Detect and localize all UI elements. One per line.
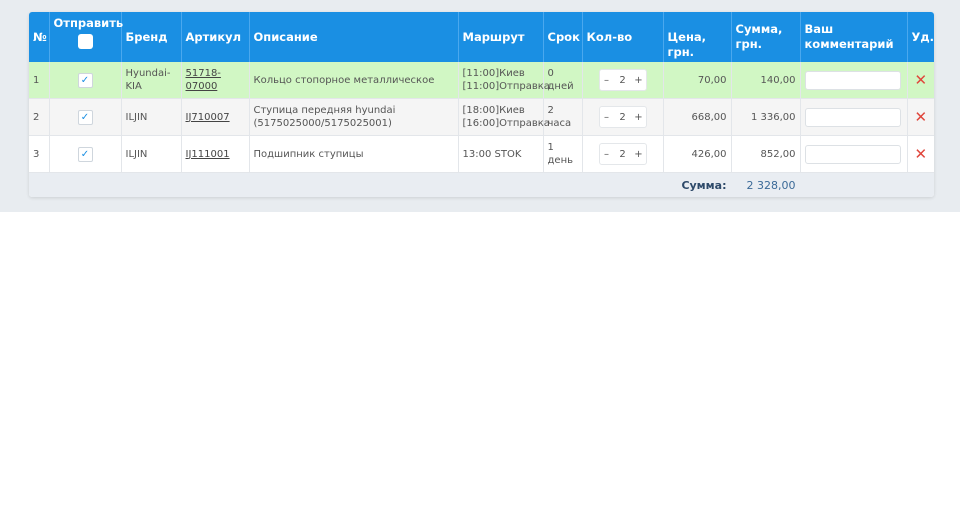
qty-minus-button[interactable]: –: [600, 111, 614, 124]
price-cell: 668,00: [663, 98, 732, 136]
send-cell: ✓: [49, 135, 122, 173]
article-link[interactable]: IJ111001: [186, 149, 230, 160]
header-article: Артикул: [181, 12, 250, 62]
row-number: 2: [29, 98, 50, 136]
quantity-stepper: – 2 +: [598, 69, 647, 91]
send-checkbox[interactable]: ✓: [77, 146, 93, 162]
delete-icon[interactable]: ✕: [907, 98, 934, 136]
route-line: [11:00]Киев: [462, 68, 525, 79]
term-cell: 2 часа: [543, 98, 583, 136]
brand-cell: Hyundai-KIA: [121, 62, 182, 99]
send-cell: ✓: [49, 98, 122, 136]
brand-cell: ILJIN: [121, 135, 182, 173]
route-cell: [11:00]Киев [11:00]Отправка: [458, 62, 550, 99]
article-link[interactable]: 51718-07000: [186, 68, 221, 92]
qty-minus-button[interactable]: –: [600, 148, 614, 161]
route-line: [18:00]Киев: [462, 105, 525, 116]
row-number: 1: [29, 62, 50, 99]
header-delete: Уд.: [907, 12, 934, 62]
article-cell: 51718-07000: [181, 62, 250, 99]
qty-cell: – 2 +: [582, 62, 664, 99]
header-send: Отправить: [49, 12, 123, 62]
term-cell: 1 день: [543, 135, 583, 173]
qty-cell: – 2 +: [582, 98, 664, 136]
header-brand: Бренд: [121, 12, 182, 62]
qty-minus-button[interactable]: –: [600, 74, 614, 87]
price-cell: 70,00: [663, 62, 732, 99]
header-description: Описание: [249, 12, 459, 62]
route-line: [11:00]Отправка: [462, 81, 550, 92]
header-term: Срок: [543, 12, 583, 62]
header-qty: Кол-во: [582, 12, 664, 62]
qty-plus-button[interactable]: +: [632, 111, 646, 124]
header-comment: Ваш комментарий: [800, 12, 908, 62]
select-all-checkbox[interactable]: [77, 34, 93, 49]
qty-value[interactable]: 2: [614, 148, 632, 161]
delete-icon[interactable]: ✕: [907, 62, 934, 99]
header-price: Цена, грн.: [663, 12, 732, 62]
comment-input[interactable]: [804, 70, 901, 90]
article-cell: IJ710007: [181, 98, 250, 136]
qty-plus-button[interactable]: +: [632, 148, 646, 161]
table-header-row: № Отправить Бренд Артикул Описание Маршр…: [29, 12, 934, 62]
table-footer-row: Сумма: 2 328,00: [29, 172, 934, 197]
route-line: [16:00]Отправка: [462, 118, 550, 129]
footer-spacer: [800, 172, 934, 197]
article-cell: IJ111001: [181, 135, 250, 173]
send-cell: ✓: [49, 62, 122, 99]
cart-table: № Отправить Бренд Артикул Описание Маршр…: [29, 12, 934, 197]
quantity-stepper: – 2 +: [598, 106, 647, 128]
route-cell: 13:00 STOK: [458, 135, 544, 173]
table-row: 2 ✓ ILJIN IJ710007 Ступица передняя hyun…: [29, 98, 934, 136]
cart-table-card: № Отправить Бренд Артикул Описание Маршр…: [29, 12, 934, 197]
comment-input[interactable]: [804, 107, 901, 127]
comment-cell: [800, 98, 908, 136]
sum-cell: 140,00: [731, 62, 801, 99]
row-number: 3: [29, 135, 50, 173]
quantity-stepper: – 2 +: [598, 143, 647, 165]
price-cell: 426,00: [663, 135, 732, 173]
comment-input[interactable]: [804, 144, 901, 164]
route-cell: [18:00]Киев [16:00]Отправка: [458, 98, 550, 136]
description-cell: Кольцо стопорное металлическое: [249, 62, 459, 99]
header-sum: Сумма, грн.: [731, 12, 801, 62]
route-line: 13:00 STOK: [462, 148, 522, 160]
comment-cell: [800, 62, 908, 99]
footer-spacer: [29, 172, 663, 197]
qty-value[interactable]: 2: [614, 111, 632, 124]
send-checkbox[interactable]: ✓: [77, 109, 93, 125]
table-row: 3 ✓ ILJIN IJ111001 Подшипник ступицы 13:…: [29, 135, 934, 173]
header-num: №: [29, 12, 50, 62]
total-value: 2 328,00: [731, 172, 800, 197]
qty-plus-button[interactable]: +: [632, 74, 646, 87]
term-cell: 0 дней: [543, 62, 583, 99]
qty-value[interactable]: 2: [614, 74, 632, 87]
table-row: 1 ✓ Hyundai-KIA 51718-07000 Кольцо стопо…: [29, 62, 934, 99]
article-link[interactable]: IJ710007: [186, 112, 230, 123]
description-cell: Подшипник ступицы: [249, 135, 459, 173]
send-checkbox[interactable]: ✓: [77, 72, 93, 88]
total-label: Сумма:: [663, 172, 731, 197]
comment-cell: [800, 135, 908, 173]
qty-cell: – 2 +: [582, 135, 664, 173]
description-cell: Ступица передняя hyundai (5175025000/517…: [249, 98, 459, 136]
sum-cell: 852,00: [731, 135, 801, 173]
header-route: Маршрут: [458, 12, 544, 62]
brand-cell: ILJIN: [121, 98, 182, 136]
delete-icon[interactable]: ✕: [907, 135, 934, 173]
sum-cell: 1 336,00: [731, 98, 801, 136]
